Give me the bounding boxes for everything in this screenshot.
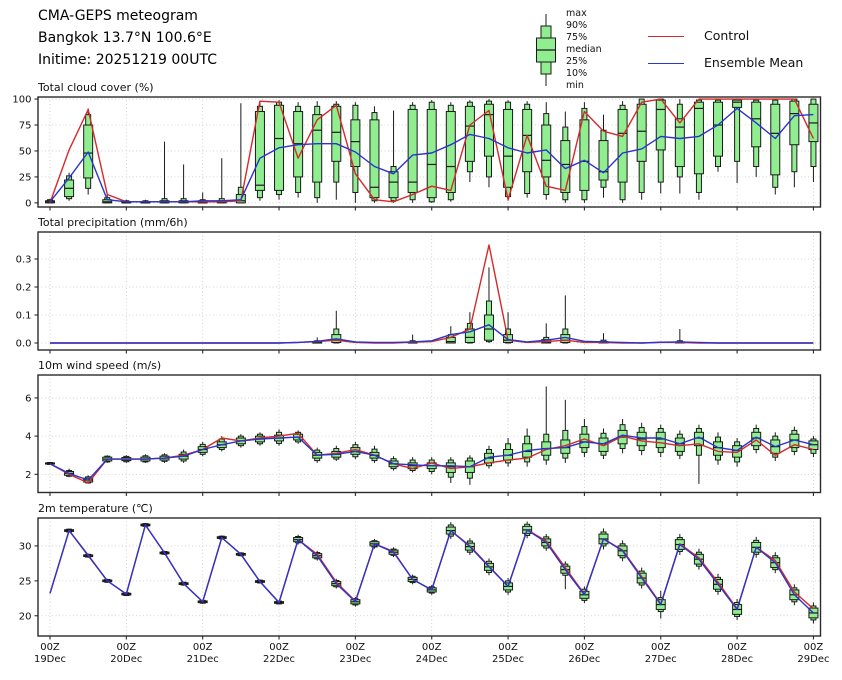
box-plot [370,106,379,203]
svg-text:00Z: 00Z [651,642,671,653]
grid-temp [38,518,821,636]
svg-text:20Dec: 20Dec [110,654,142,665]
box-plot [179,164,188,202]
data-temp [50,521,818,623]
data-wind [46,386,818,484]
box-plot [408,102,417,203]
svg-text:25: 25 [19,576,32,587]
panel-temp: 20 25 30 2m temperature (℃) [19,502,821,640]
box-plot [752,99,761,177]
svg-text:0.1: 0.1 [16,310,32,321]
svg-text:19Dec: 19Dec [34,654,66,665]
svg-text:27Dec: 27Dec [645,654,677,665]
svg-text:00Z: 00Z [727,642,747,653]
box-plot [217,158,226,203]
svg-text:00Z: 00Z [40,642,60,653]
svg-text:0.3: 0.3 [16,254,32,265]
box-plot [580,419,589,457]
svg-text:28Dec: 28Dec [721,654,753,665]
svg-text:20: 20 [19,611,32,622]
svg-text:75: 75 [19,121,32,132]
svg-text:00Z: 00Z [346,642,366,653]
box-plot [465,100,474,182]
box-plot [446,457,455,483]
control-line [50,245,813,343]
svg-text:00Z: 00Z [117,642,137,653]
panel-title-precip: Total precipitation (mm/6h) [37,216,188,229]
svg-text:0.2: 0.2 [16,282,32,293]
box-plot [389,110,398,202]
svg-text:23Dec: 23Dec [339,654,371,665]
box-plot [714,99,723,172]
svg-text:00Z: 00Z [804,642,824,653]
panel-cloud: 0 25 50 75 100 Total cloud cover (%) [12,81,820,211]
box-plots-temp [65,521,818,623]
svg-text:29Dec: 29Dec [797,654,829,665]
axes-frame [38,518,821,636]
svg-text:00Z: 00Z [193,642,213,653]
box-plot [809,99,818,182]
meteogram-figure: CMA-GEPS meteogram Bangkok 13.7°N 100.6°… [0,0,842,680]
ticks-precip [35,259,814,354]
svg-text:22Dec: 22Dec [263,654,295,665]
box-plot [504,438,513,467]
box-plot [771,99,780,194]
panel-title-cloud: Total cloud cover (%) [37,81,154,94]
svg-text:25Dec: 25Dec [492,654,524,665]
panel-precip: 0.0 0.1 0.2 0.3 Total precipitation (mm/6h) [16,216,821,354]
box-plot [656,99,665,193]
box-plot [694,425,703,484]
box-plot [675,99,684,193]
svg-text:00Z: 00Z [498,642,518,653]
box-plot [809,436,818,457]
x-axis-labels: 00Z19Dec00Z20Dec00Z21Dec00Z22Dec00Z23Dec… [34,642,830,665]
svg-text:0: 0 [25,198,31,209]
panel-title-wind: 10m wind speed (m/s) [38,359,161,372]
box-plot [446,102,455,202]
svg-text:25: 25 [19,172,32,183]
panel-title-temp: 2m temperature (℃) [38,502,153,515]
svg-text:2: 2 [25,470,31,481]
box-plot [790,99,799,187]
svg-text:00Z: 00Z [269,642,289,653]
svg-text:6: 6 [25,393,31,404]
box-plot [523,428,532,466]
box-plot [313,101,322,203]
box-plot [675,329,684,343]
svg-text:00Z: 00Z [422,642,442,653]
panel-wind: 2 4 6 10m wind speed (m/s) [25,359,820,496]
box-plot [484,267,493,343]
svg-text:50: 50 [19,146,32,157]
box-plots-wind [46,386,818,484]
svg-text:4: 4 [25,432,31,443]
svg-text:21Dec: 21Dec [187,654,219,665]
svg-text:24Dec: 24Dec [416,654,448,665]
box-plot [465,455,474,485]
grid-precip [38,232,821,350]
box-plot [561,400,570,463]
svg-text:100: 100 [12,95,31,106]
svg-text:26Dec: 26Dec [568,654,600,665]
svg-text:30: 30 [19,541,32,552]
box-plot [580,102,589,203]
meteogram-chart: 0 25 50 75 100 Total cloud cover (%) 0.0 0.1 0.2… [0,0,842,680]
data-precip [50,245,813,343]
svg-text:0.0: 0.0 [16,338,32,349]
box-plot [637,423,646,455]
box-plot [656,425,665,457]
axes-frame [38,232,821,350]
box-plot [523,101,532,198]
svg-text:00Z: 00Z [575,642,595,653]
box-plot [561,295,570,343]
box-plot [694,99,703,200]
